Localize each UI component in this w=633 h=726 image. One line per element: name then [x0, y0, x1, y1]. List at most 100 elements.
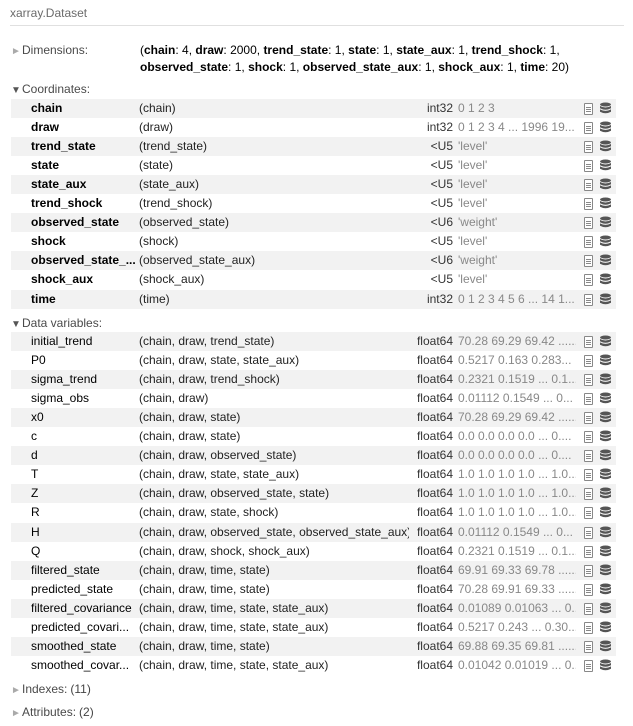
variable-preview: 0.5217 0.243 ... 0.30...: [458, 619, 576, 634]
file-icon[interactable]: [584, 293, 593, 306]
database-icon[interactable]: [599, 430, 612, 443]
file-icon[interactable]: [584, 583, 593, 596]
database-icon[interactable]: [599, 354, 612, 367]
variable-dims: (chain, draw, observed_state): [139, 448, 297, 463]
variable-preview: 69.88 69.35 69.81 ......: [458, 638, 576, 653]
data-variable-row: Z (chain, draw, observed_state, state) flo…: [11, 484, 616, 504]
database-icon[interactable]: [599, 159, 612, 172]
variable-name: shock: [31, 234, 66, 249]
database-icon[interactable]: [599, 659, 612, 672]
file-icon[interactable]: [584, 640, 593, 653]
database-icon[interactable]: [599, 621, 612, 634]
coordinate-row: state_aux (state_aux) <U5 'level': [11, 175, 616, 195]
file-icon[interactable]: [584, 179, 593, 192]
database-icon[interactable]: [599, 273, 612, 286]
database-icon[interactable]: [599, 583, 612, 596]
dimension-name: trend_shock: [471, 43, 543, 57]
dimension-name: chain: [144, 43, 176, 57]
variable-preview: 0.01042 0.01019 ... 0...: [458, 657, 576, 672]
database-icon[interactable]: [599, 216, 612, 229]
database-icon[interactable]: [599, 564, 612, 577]
file-icon[interactable]: [584, 450, 593, 463]
file-icon[interactable]: [584, 545, 593, 558]
file-icon[interactable]: [584, 274, 593, 287]
database-icon[interactable]: [599, 235, 612, 248]
file-icon[interactable]: [584, 621, 593, 634]
file-icon[interactable]: [584, 469, 593, 482]
database-icon[interactable]: [599, 178, 612, 191]
database-icon[interactable]: [599, 468, 612, 481]
coordinate-row: shock (shock) <U5 'level': [11, 232, 616, 251]
database-icon[interactable]: [599, 140, 612, 153]
file-icon[interactable]: [584, 160, 593, 173]
variable-dtype: float64: [416, 505, 453, 520]
xarray-dataset-view: xarray.Dataset ►Dimensions: (chain: 4, d…: [0, 0, 633, 726]
variable-name: x0: [31, 410, 44, 425]
variable-dims: (chain, draw, state): [139, 429, 241, 444]
variable-dtype: float64: [416, 353, 453, 368]
variable-preview: 'level': [458, 139, 488, 154]
database-icon[interactable]: [599, 411, 612, 424]
dimension-separator: :: [328, 43, 335, 57]
database-icon[interactable]: [599, 121, 612, 134]
variable-preview: 69.91 69.33 69.78 ......: [458, 562, 576, 577]
database-icon[interactable]: [599, 197, 612, 210]
variable-name: smoothed_state: [31, 638, 117, 653]
file-icon[interactable]: [584, 488, 593, 501]
database-icon[interactable]: [599, 545, 612, 558]
database-icon[interactable]: [599, 373, 612, 386]
file-icon[interactable]: [584, 526, 593, 539]
database-icon[interactable]: [599, 526, 612, 539]
file-icon[interactable]: [584, 336, 593, 348]
file-icon[interactable]: [584, 659, 593, 672]
database-icon[interactable]: [599, 102, 612, 115]
variable-dtype: float64: [416, 429, 453, 444]
database-icon[interactable]: [599, 602, 612, 615]
file-icon[interactable]: [584, 393, 593, 406]
dimension-size: 20: [551, 60, 566, 74]
indexes-label: Indexes:: [22, 682, 68, 696]
data-variable-row: initial_trend (chain, draw, trend_state) f…: [11, 332, 616, 351]
file-icon[interactable]: [584, 355, 593, 368]
file-icon[interactable]: [584, 217, 593, 230]
variable-dims: (trend_shock): [139, 196, 213, 211]
dimension-size: 1: [424, 60, 432, 74]
dims-close-paren: ): [565, 60, 570, 74]
database-icon[interactable]: [599, 506, 612, 519]
attributes-section-toggle[interactable]: ►Attributes: (2): [11, 703, 94, 721]
variable-preview: 0.2321 0.1519 ... 0.1...: [458, 372, 576, 387]
file-icon[interactable]: [584, 412, 593, 425]
file-icon[interactable]: [584, 141, 593, 154]
variable-name: sigma_trend: [31, 372, 98, 387]
database-icon[interactable]: [599, 293, 612, 306]
database-icon[interactable]: [599, 449, 612, 462]
database-icon[interactable]: [599, 487, 612, 500]
coordinates-section-toggle[interactable]: ▼Coordinates:: [11, 80, 90, 98]
variable-preview: 0.01112 0.1549 ... 0...: [458, 524, 573, 539]
variable-dims: (draw): [139, 120, 174, 135]
file-icon[interactable]: [584, 122, 593, 135]
file-icon[interactable]: [584, 431, 593, 444]
database-icon[interactable]: [599, 392, 612, 405]
database-icon[interactable]: [599, 640, 612, 653]
database-icon[interactable]: [599, 335, 612, 348]
file-icon[interactable]: [584, 507, 593, 520]
variable-preview: 0.0 0.0 0.0 0.0 ... 0....: [458, 429, 572, 444]
file-icon[interactable]: [584, 602, 593, 615]
indexes-section-toggle[interactable]: ►Indexes: (11): [11, 680, 91, 698]
file-icon[interactable]: [584, 236, 593, 249]
database-icon[interactable]: [599, 254, 612, 267]
file-icon[interactable]: [584, 374, 593, 387]
file-icon[interactable]: [584, 255, 593, 268]
variable-preview: 'level': [458, 177, 488, 192]
dimension-separator: :: [500, 60, 507, 74]
file-icon[interactable]: [584, 564, 593, 577]
dimension-size: 1: [506, 60, 514, 74]
variable-dtype: float64: [416, 372, 453, 387]
file-icon[interactable]: [584, 103, 593, 115]
file-icon[interactable]: [584, 198, 593, 211]
variable-dtype: float64: [416, 543, 453, 558]
data-variables-section-toggle[interactable]: ▼Data variables:: [11, 314, 102, 332]
dimensions-section-toggle[interactable]: ►Dimensions:: [11, 43, 88, 57]
dimension-name: state: [348, 43, 377, 57]
